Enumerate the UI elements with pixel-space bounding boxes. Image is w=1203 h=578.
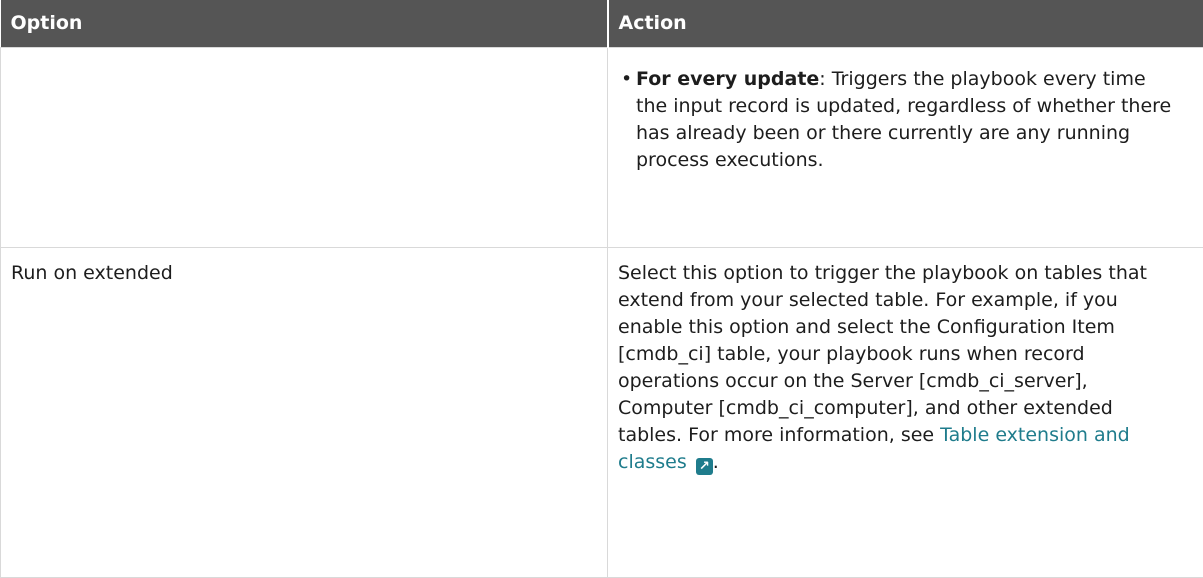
list-item: • For every update: Triggers the playboo…	[618, 66, 1181, 174]
action-text: Select this option to trigger the playbo…	[618, 262, 1147, 446]
action-cell: • For every update: Triggers the playboo…	[608, 47, 1203, 247]
bullet-list: • For every update: Triggers the playboo…	[618, 66, 1181, 174]
bullet-term: For every update	[636, 68, 819, 90]
option-cell: Run on extended	[1, 247, 608, 577]
action-cell: Select this option to trigger the playbo…	[608, 247, 1203, 577]
options-table: Option Action • For every update: Trigge…	[0, 0, 1203, 578]
option-cell	[1, 47, 608, 247]
table-row: Run on extended Select this option to tr…	[1, 247, 1203, 577]
external-link-icon: ↗	[696, 458, 713, 475]
header-action: Action	[608, 0, 1203, 47]
table-header-row: Option Action	[1, 0, 1203, 47]
table-row: • For every update: Triggers the playboo…	[1, 47, 1203, 247]
bullet-marker: •	[621, 66, 632, 93]
trailing-period: .	[713, 451, 719, 473]
header-option: Option	[1, 0, 608, 47]
